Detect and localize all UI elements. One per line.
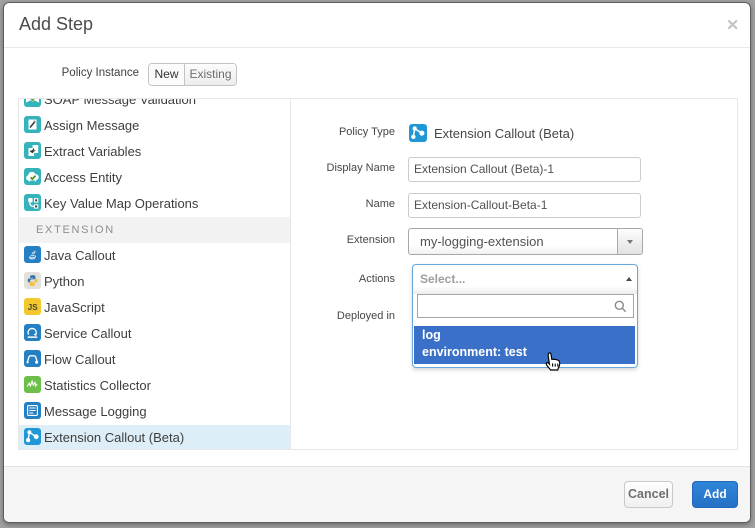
svg-text:JS: JS (28, 303, 38, 312)
